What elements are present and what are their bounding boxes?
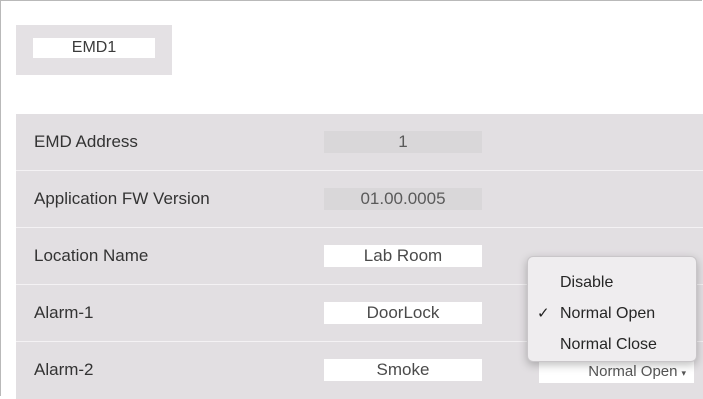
row-label: Alarm-2 (34, 360, 94, 379)
device-tab-label: EMD1 (33, 38, 155, 58)
menu-item-label: Disable (560, 274, 614, 291)
row-label: Application FW Version (34, 189, 210, 208)
row-emd-address: EMD Address 1 (16, 114, 703, 171)
alarm-mode-dropdown-menu: Disable ✓ Normal Open Normal Close (527, 256, 697, 362)
chevron-down-icon: ▾ (681, 368, 686, 378)
menu-item-label: Normal Open (560, 305, 656, 322)
fw-version-value: 01.00.0005 (324, 188, 482, 210)
device-tab[interactable]: EMD1 (16, 25, 172, 75)
row-fw-version: Application FW Version 01.00.0005 (16, 171, 703, 228)
menu-item-normal-open[interactable]: ✓ Normal Open (528, 298, 696, 329)
row-label: Alarm-1 (34, 303, 94, 322)
menu-item-disable[interactable]: Disable (528, 267, 696, 298)
row-label: Location Name (34, 246, 149, 265)
menu-item-normal-close[interactable]: Normal Close (528, 329, 696, 360)
alarm-2-mode-select[interactable]: Normal Open ▾ (539, 361, 694, 383)
alarm-2-name-field[interactable]: Smoke (324, 359, 482, 381)
row-label: EMD Address (34, 132, 138, 151)
location-name-field[interactable]: Lab Room (324, 245, 482, 267)
menu-item-label: Normal Close (560, 336, 657, 353)
checkmark-icon: ✓ (537, 305, 550, 322)
device-panel: EMD1 EMD Address 1 Application FW Versio… (0, 0, 703, 399)
alarm-1-name-field[interactable]: DoorLock (324, 302, 482, 324)
emd-address-value: 1 (324, 131, 482, 153)
alarm-2-mode-value: Normal Open (588, 363, 678, 380)
